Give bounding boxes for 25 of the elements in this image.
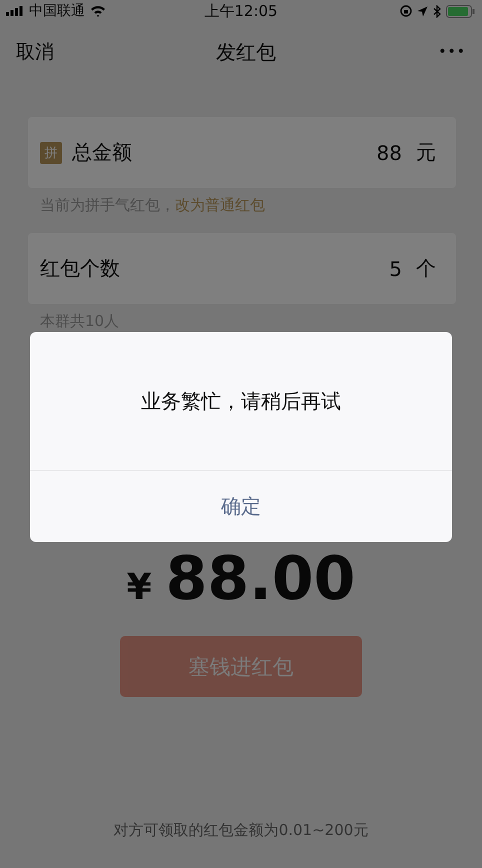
rotation-lock-icon	[400, 5, 412, 17]
amount-label: 总金额	[72, 139, 133, 166]
count-value: 5	[389, 256, 402, 280]
total-amount: 88.00	[166, 544, 356, 614]
amount-value: 88	[376, 140, 402, 164]
cancel-button[interactable]: 取消	[16, 39, 54, 65]
dialog-message: 业务繁忙，请稍后再试	[141, 388, 341, 414]
amount-unit: 元	[416, 139, 436, 166]
more-button[interactable]: •••	[438, 44, 466, 60]
wifi-icon	[90, 5, 106, 17]
lucky-badge: 拼	[40, 142, 62, 164]
bluetooth-icon	[432, 4, 441, 18]
amount-field[interactable]: 拼 总金额 88 元	[28, 117, 456, 188]
currency-symbol: ¥	[126, 567, 152, 608]
confirm-button[interactable]: 确定	[30, 471, 452, 542]
count-label: 红包个数	[40, 255, 121, 282]
page-title: 发红包	[216, 38, 276, 66]
amount-range-note: 对方可领取的红包金额为0.01~200元	[114, 821, 368, 839]
count-unit: 个	[416, 255, 436, 282]
location-arrow-icon	[416, 6, 428, 16]
count-field[interactable]: 红包个数 5 个	[28, 233, 456, 304]
carrier-name: 中国联通	[29, 2, 85, 20]
battery-icon	[446, 4, 476, 18]
status-time: 上午12:05	[204, 2, 278, 20]
signal-icon	[6, 6, 24, 16]
